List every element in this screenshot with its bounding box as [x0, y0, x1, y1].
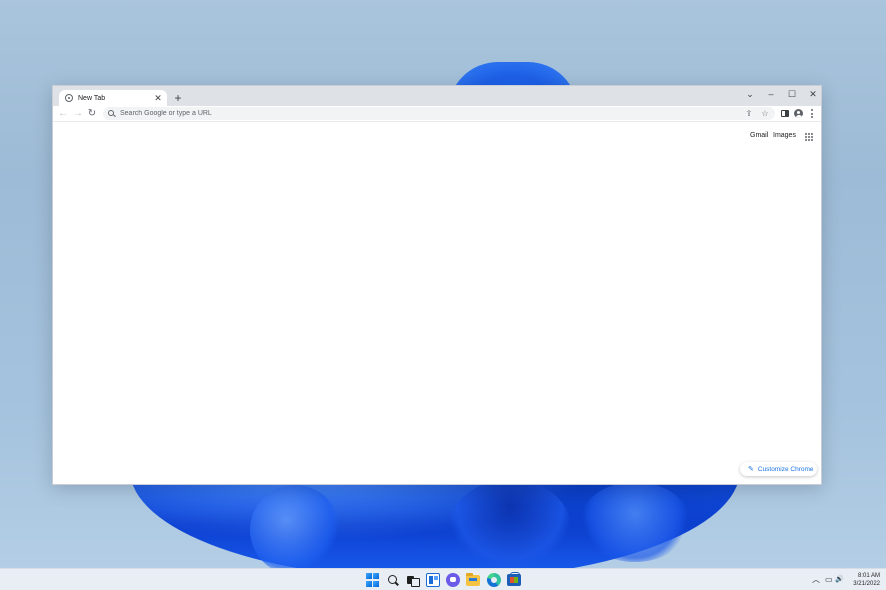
file-explorer-icon[interactable] [466, 575, 480, 586]
task-view-icon[interactable] [405, 573, 419, 587]
customize-chrome-button[interactable]: ✎ Customize Chrome [740, 462, 817, 476]
tab-title: New Tab [78, 95, 153, 102]
minimize-button[interactable]: – [760, 87, 782, 101]
gmail-link[interactable]: Gmail [750, 132, 768, 139]
bookmark-star-icon[interactable]: ☆ [759, 107, 771, 120]
clock-date: 3/21/2022 [846, 580, 880, 588]
network-icon[interactable]: ▭ [825, 574, 833, 586]
close-window-button[interactable]: ✕ [802, 87, 824, 101]
new-tab-button[interactable]: + [171, 91, 185, 105]
wallpaper-fold [580, 482, 690, 562]
wallpaper-fold [250, 485, 340, 568]
side-panel-icon[interactable] [781, 110, 789, 117]
maximize-button[interactable]: ☐ [781, 87, 803, 101]
chrome-window: New Tab ✕ + ⌄ – ☐ ✕ ← → ↻ ⇪ ☆ Gmail Imag… [52, 85, 822, 485]
address-bar-input[interactable] [120, 110, 680, 117]
chrome-favicon-icon [65, 94, 73, 102]
google-apps-icon[interactable] [805, 133, 813, 141]
tab-new-tab[interactable]: New Tab ✕ [59, 90, 167, 106]
forward-button[interactable]: → [71, 107, 85, 121]
tab-close-icon[interactable]: ✕ [153, 93, 163, 103]
browser-toolbar: ← → ↻ ⇪ ☆ [53, 106, 821, 122]
wallpaper-fold [450, 480, 570, 568]
new-tab-page: Gmail Images ✎ Customize Chrome [53, 123, 821, 484]
volume-icon[interactable]: 🔊 [835, 574, 844, 586]
widgets-icon[interactable] [426, 573, 440, 587]
profile-avatar-icon[interactable] [794, 109, 803, 118]
back-button[interactable]: ← [56, 107, 70, 121]
chat-icon[interactable] [446, 573, 460, 587]
reload-button[interactable]: ↻ [85, 107, 99, 121]
more-menu-icon[interactable] [811, 109, 814, 119]
taskbar: ︿ ▭ 🔊 8:01 AM 3/21/2022 [0, 568, 886, 590]
clock-time: 8:01 AM [846, 572, 880, 580]
search-icon[interactable] [386, 573, 400, 587]
clock[interactable]: 8:01 AM 3/21/2022 [846, 572, 880, 588]
share-icon[interactable]: ⇪ [743, 107, 755, 120]
store-icon[interactable] [507, 574, 521, 586]
tray-chevron-icon[interactable]: ︿ [812, 574, 820, 586]
omnibox[interactable]: ⇪ ☆ [103, 107, 775, 120]
pencil-icon: ✎ [748, 465, 754, 473]
start-icon[interactable] [366, 573, 380, 587]
customize-chrome-label: Customize Chrome [758, 466, 814, 473]
edge-icon[interactable] [487, 573, 501, 587]
tab-search-chevron-icon[interactable]: ⌄ [739, 87, 761, 101]
title-bar: New Tab ✕ + ⌄ – ☐ ✕ [53, 86, 821, 106]
images-link[interactable]: Images [773, 132, 796, 139]
search-icon [108, 110, 115, 117]
